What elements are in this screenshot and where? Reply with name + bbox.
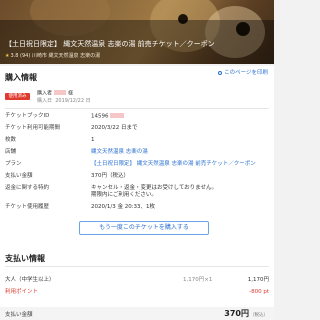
- buyer-info: 購入者 様 購入日 2019/12/22 日: [37, 90, 91, 105]
- detail-value: キャンセル・返金・変更はお受けしておりません。 期限内にご利用ください。: [91, 185, 218, 198]
- adult-amount: 1,170円: [247, 277, 269, 283]
- detail-label: 返金に関する特約: [5, 185, 50, 191]
- status-badge: 使用済み: [5, 93, 30, 100]
- detail-row-refund: 返金に関する特約 キャンセル・返金・変更はお受けしておりません。 期限内にご利用…: [5, 185, 271, 199]
- total-tax: （税込）: [250, 313, 268, 318]
- hero-banner: 【土日祝日限定】 縄文天然温泉 志楽の湯 前売チケット／クーポン ★3.8 (9…: [0, 0, 274, 64]
- plan-link[interactable]: 【土日祝日限定】 縄文天然温泉 志楽の湯 前売チケット／クーポン: [91, 161, 256, 168]
- buy-again-button[interactable]: もう一度このチケットを購入する: [79, 221, 209, 235]
- star-icon: ★: [5, 53, 10, 59]
- buyer-label: 購入者: [37, 90, 53, 97]
- detail-label: チケット利用可能期間: [5, 125, 61, 131]
- detail-label: 店舗: [5, 149, 17, 155]
- purchase-date: 2019/12/22 日: [55, 97, 91, 104]
- total-amount: 370円: [224, 309, 249, 318]
- detail-label: 枚数: [5, 137, 17, 143]
- detail-label: チケット使用履歴: [5, 204, 50, 210]
- area-label: 川崎市 縄文天然温泉 志楽の湯: [31, 53, 101, 59]
- detail-value: 14596: [91, 113, 124, 121]
- ticket-title[interactable]: 【土日祝日限定】 縄文天然温泉 志楽の湯 前売チケット／クーポン: [5, 40, 271, 49]
- rating-line: ★3.8 (94) 川崎市 縄文天然温泉 志楽の湯: [5, 52, 100, 59]
- review-count[interactable]: (94): [20, 53, 30, 59]
- detail-label: 支払い金額: [5, 173, 33, 179]
- redacted-id: [109, 113, 124, 118]
- redacted-name: [54, 90, 67, 95]
- detail-label: チケットブックID: [5, 113, 50, 119]
- store-link[interactable]: 縄文天然温泉 志楽の湯: [91, 149, 148, 156]
- points-amount: -800 pt: [249, 289, 269, 295]
- points-label: 利用ポイント: [5, 289, 39, 295]
- total-label: 支払い金額: [5, 312, 33, 318]
- total-amount-wrap: 370円（税込）: [224, 308, 268, 319]
- detail-value: 1: [91, 137, 95, 143]
- detail-value: 2020/1/3 金 20:33、1枚: [91, 204, 156, 210]
- purchase-section-title: 購入情報: [5, 73, 37, 82]
- divider: [5, 108, 269, 109]
- detail-value: 370円（税込）: [91, 173, 129, 179]
- adult-label: 大人（中学生以上）: [5, 277, 55, 283]
- print-icon: [218, 70, 223, 75]
- divider: [5, 266, 269, 267]
- purchase-date-label: 購入日: [37, 97, 53, 104]
- detail-label: プラン: [5, 161, 22, 167]
- payment-section-title: 支払い情報: [5, 254, 45, 263]
- adult-unit-price: 1,170円×1: [183, 277, 213, 283]
- rating-value: 3.8: [10, 53, 19, 59]
- print-link[interactable]: このページを印刷: [218, 68, 268, 76]
- detail-value: 2020/3/22 日まで: [91, 125, 138, 131]
- ticket-id-value: 14596: [91, 113, 109, 120]
- print-link-label: このページを印刷: [224, 70, 268, 76]
- buyer-suffix: 様: [68, 90, 74, 97]
- total-bar: 支払い金額 370円（税込）: [0, 307, 274, 320]
